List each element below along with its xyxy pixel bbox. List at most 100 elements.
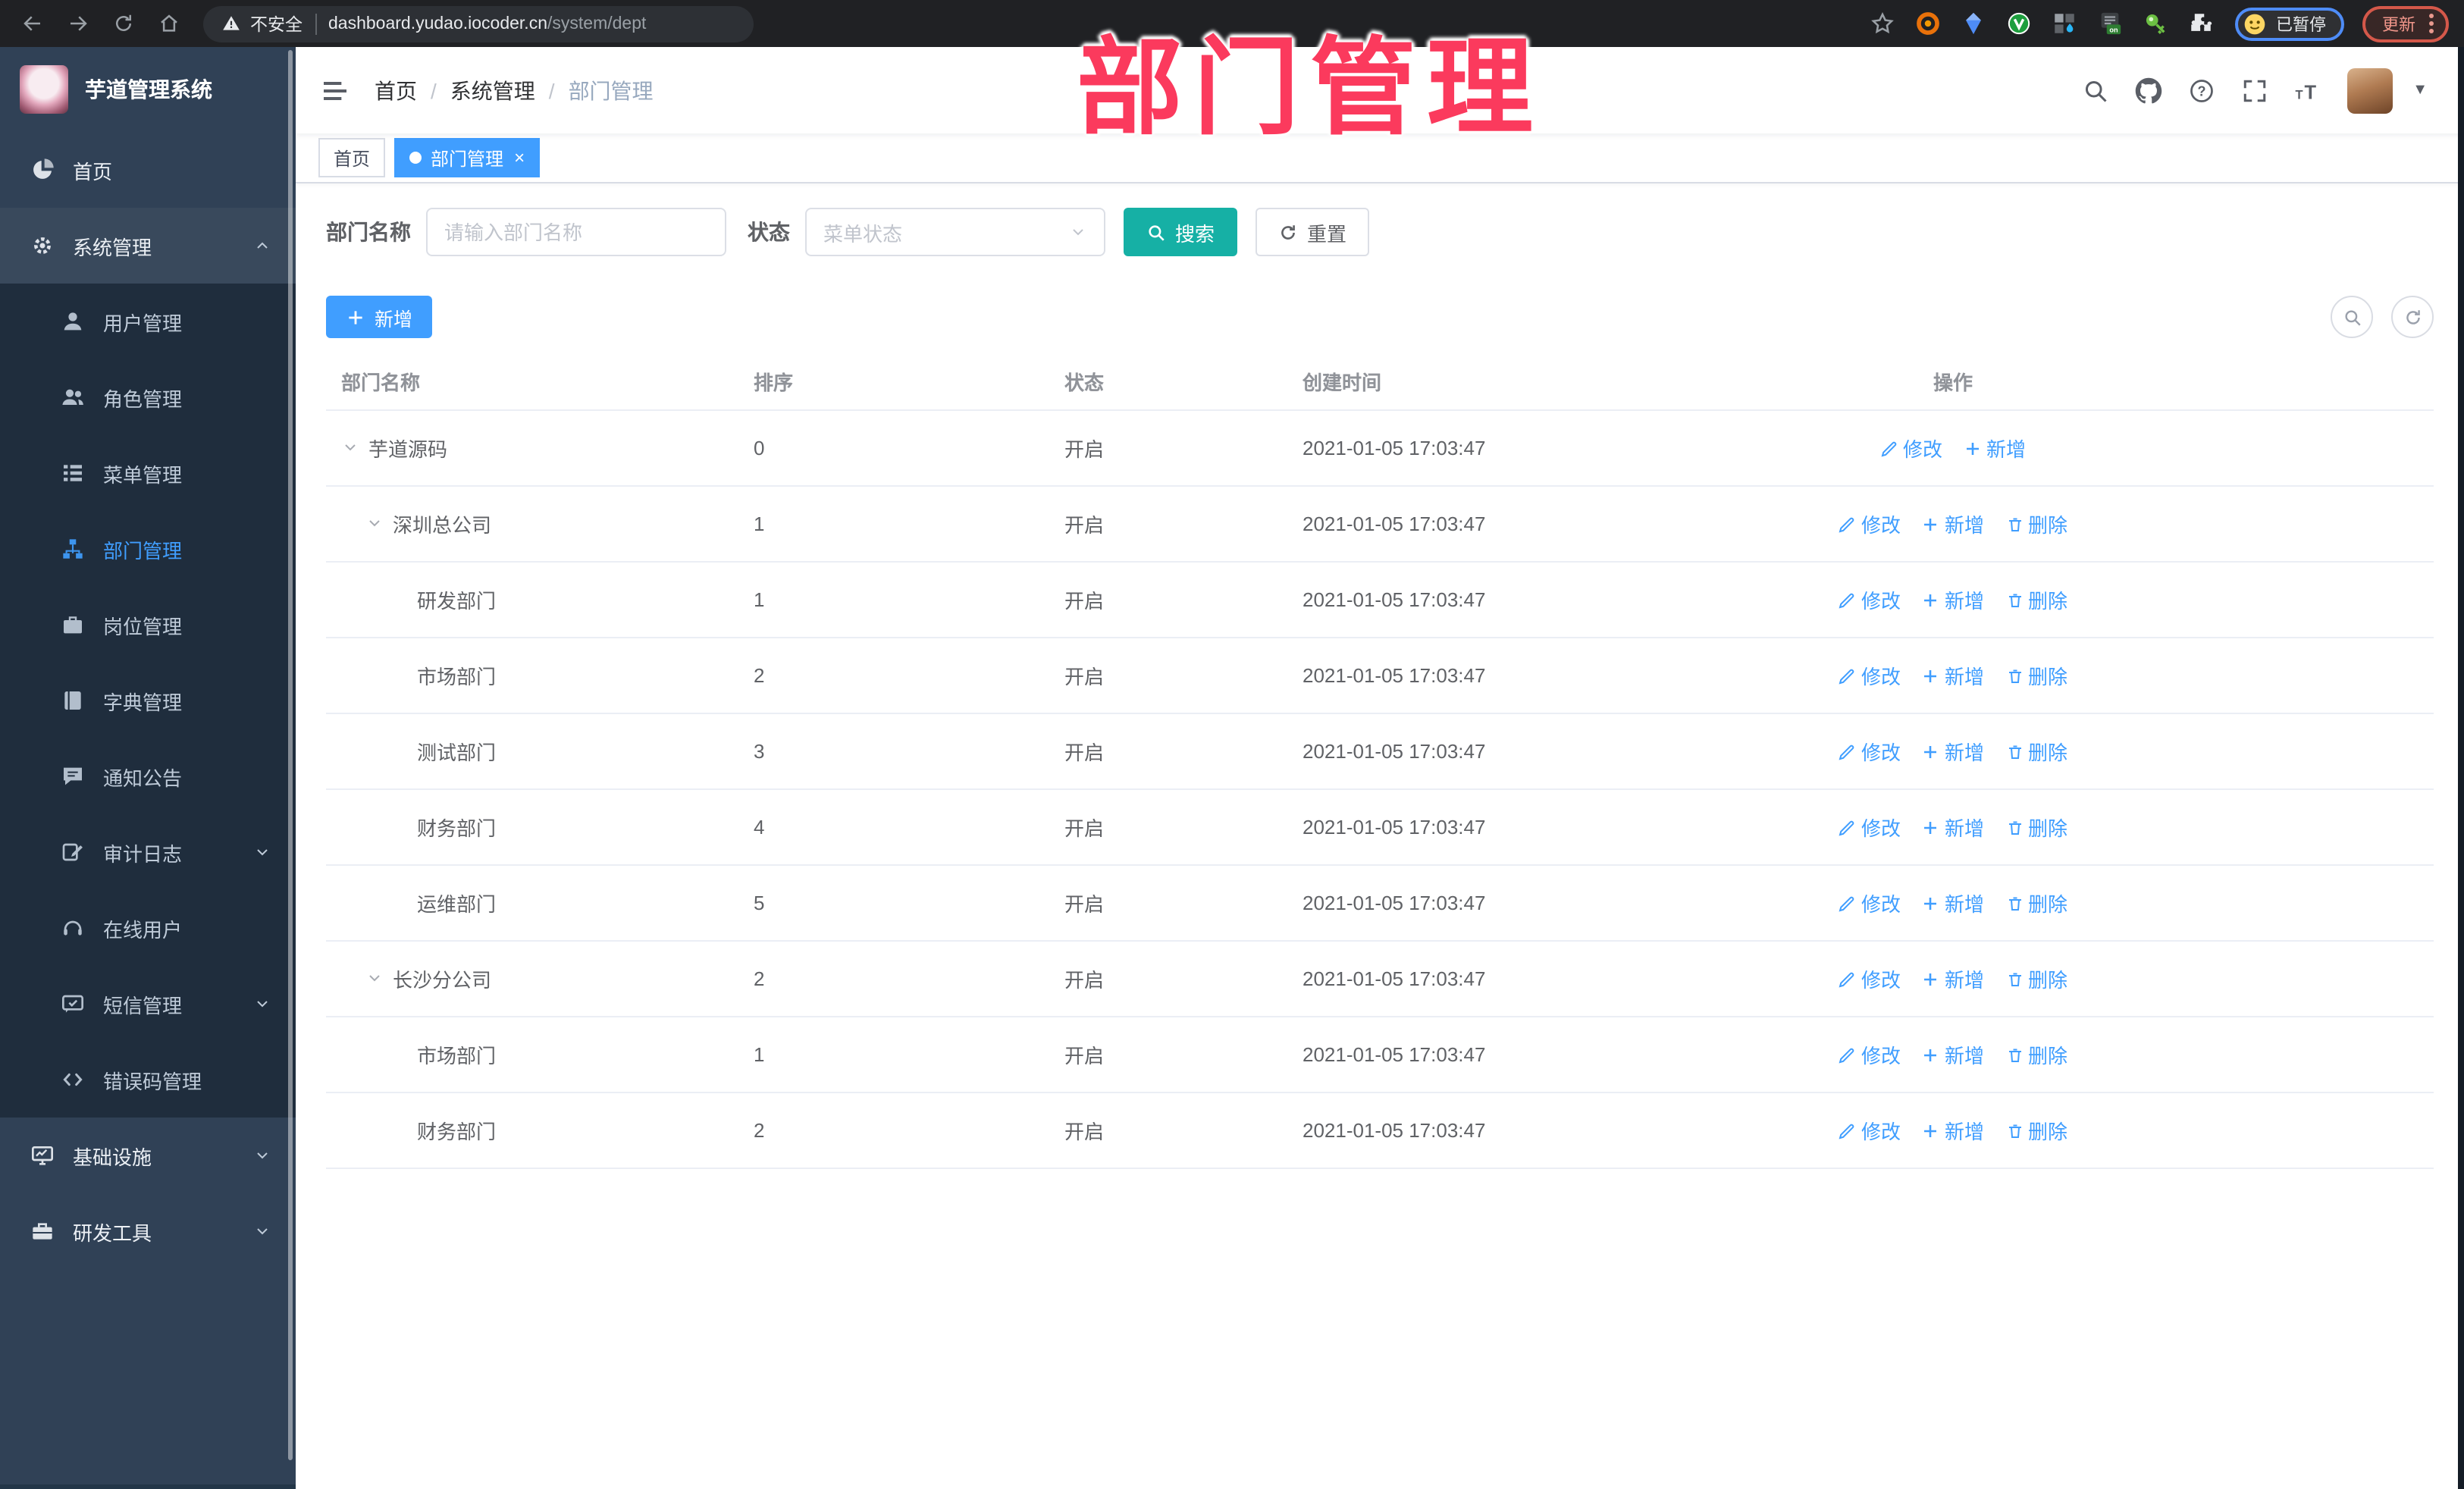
action-add-link[interactable]: 新增	[1922, 964, 1984, 993]
extension-squares-icon[interactable]	[2052, 11, 2077, 36]
extension-key-icon[interactable]	[2143, 11, 2168, 36]
add-button[interactable]: 新增	[326, 296, 433, 338]
tree-expand-caret-icon[interactable]	[365, 968, 387, 989]
sidebar-item-role[interactable]: 角色管理	[0, 359, 296, 435]
action-add-link[interactable]: 新增	[1922, 509, 1984, 538]
sidebar-item-user[interactable]: 用户管理	[0, 284, 296, 359]
browser-menu-kebab-icon[interactable]	[2429, 14, 2434, 33]
action-delete-link[interactable]: 删除	[2005, 813, 2067, 842]
action-delete-link[interactable]: 删除	[2005, 889, 2067, 917]
action-edit-link[interactable]: 修改	[1839, 1040, 1901, 1069]
action-add-link[interactable]: 新增	[1922, 889, 1984, 917]
browser-profile-chip[interactable]: 已暂停	[2235, 7, 2344, 40]
book-icon	[61, 688, 85, 713]
status-select[interactable]: 菜单状态	[805, 208, 1105, 256]
action-delete-link[interactable]: 删除	[2005, 1040, 2067, 1069]
action-edit-link[interactable]: 修改	[1839, 889, 1901, 917]
extension-green-check-icon[interactable]	[2006, 11, 2032, 36]
tab-首页[interactable]: 首页	[318, 138, 386, 177]
fullscreen-icon[interactable]	[2241, 77, 2268, 104]
browser-reload-button[interactable]	[106, 7, 140, 40]
breadcrumb-item[interactable]: 系统管理	[450, 75, 535, 105]
action-add-link[interactable]: 新增	[1922, 1040, 1984, 1069]
sidebar-item-online[interactable]: 在线用户	[0, 890, 296, 966]
edit-icon	[1839, 1121, 1857, 1139]
breadcrumb-item[interactable]: 首页	[375, 75, 417, 105]
navbar-actions: ? TT ▼	[2082, 67, 2428, 113]
sidebar-item-infra[interactable]: 基础设施	[0, 1118, 296, 1193]
help-icon[interactable]: ?	[2188, 77, 2215, 104]
address-bar[interactable]: 不安全 dashboard.yudao.iocoder.cn/system/de…	[203, 5, 754, 42]
browser-update-button[interactable]: 更新	[2362, 5, 2449, 42]
sidebar-item-system[interactable]: 系统管理	[0, 208, 296, 284]
tab-部门管理[interactable]: 部门管理 ×	[394, 138, 541, 177]
action-add-link[interactable]: 新增	[1964, 434, 2026, 462]
toggle-search-button[interactable]	[2331, 296, 2373, 338]
action-add-link[interactable]: 新增	[1922, 585, 1984, 614]
sidebar-item-sms[interactable]: 短信管理	[0, 966, 296, 1042]
plus-icon	[1922, 894, 1940, 912]
dept-name: 市场部门	[417, 666, 497, 688]
github-icon[interactable]	[2135, 77, 2162, 104]
browser-forward-button[interactable]	[61, 7, 94, 40]
sidebar-item-dept[interactable]: 部门管理	[0, 511, 296, 587]
action-delete-link[interactable]: 删除	[2005, 737, 2067, 766]
browser-home-button[interactable]	[152, 7, 185, 40]
action-add-link[interactable]: 新增	[1922, 737, 1984, 766]
action-delete-link[interactable]: 删除	[2005, 585, 2067, 614]
action-label: 新增	[1944, 590, 1984, 613]
url-host: dashboard.yudao.iocoder.cn	[328, 14, 547, 33]
sidebar-logo[interactable]: 芋道管理系统	[0, 47, 296, 132]
add-button-label: 新增	[375, 309, 413, 330]
search-button[interactable]: 搜索	[1124, 208, 1238, 256]
action-delete-link[interactable]: 删除	[2005, 661, 2067, 690]
extension-orange-icon[interactable]	[1915, 11, 1941, 36]
tree-expand-caret-icon[interactable]	[341, 437, 362, 459]
sidebar-scrollbar[interactable]	[288, 50, 293, 1460]
chevron-down-icon	[1069, 223, 1087, 241]
action-delete-link[interactable]: 删除	[2005, 509, 2067, 538]
hamburger-icon[interactable]	[320, 75, 350, 105]
action-edit-link[interactable]: 修改	[1839, 737, 1901, 766]
action-edit-link[interactable]: 修改	[1839, 1116, 1901, 1145]
action-edit-link[interactable]: 修改	[1880, 434, 1942, 462]
close-icon[interactable]: ×	[514, 149, 525, 167]
tree-expand-caret-icon[interactable]	[365, 513, 387, 534]
sort-cell: 1	[754, 1043, 765, 1066]
sidebar-item-audit[interactable]: 审计日志	[0, 814, 296, 890]
dept-name-input[interactable]	[426, 208, 726, 256]
action-edit-link[interactable]: 修改	[1839, 964, 1901, 993]
refresh-table-button[interactable]	[2391, 296, 2434, 338]
browser-back-button[interactable]	[15, 7, 49, 40]
avatar-caret-icon[interactable]: ▼	[2412, 82, 2428, 99]
bookmark-star-icon[interactable]	[1870, 11, 1895, 36]
user-avatar[interactable]	[2347, 67, 2393, 113]
font-size-icon[interactable]: TT	[2294, 77, 2321, 104]
search-icon[interactable]	[2082, 77, 2109, 104]
extensions-puzzle-icon[interactable]	[2188, 11, 2214, 36]
sidebar-item-menu[interactable]: 菜单管理	[0, 435, 296, 511]
extension-on-badge-icon[interactable]: on	[2097, 11, 2123, 36]
status-cell: 开启	[1064, 590, 1105, 613]
sidebar-item-label: 错误码管理	[103, 1070, 202, 1092]
edit-icon	[1839, 515, 1857, 533]
sidebar-item-post[interactable]: 岗位管理	[0, 587, 296, 663]
action-delete-link[interactable]: 删除	[2005, 964, 2067, 993]
action-edit-link[interactable]: 修改	[1839, 813, 1901, 842]
action-edit-link[interactable]: 修改	[1839, 509, 1901, 538]
org-tree-icon	[61, 537, 85, 561]
action-edit-link[interactable]: 修改	[1839, 585, 1901, 614]
sidebar-item-notice[interactable]: 通知公告	[0, 738, 296, 814]
sidebar-item-errcode[interactable]: 错误码管理	[0, 1042, 296, 1118]
dept-name: 芋道源码	[368, 438, 448, 461]
action-add-link[interactable]: 新增	[1922, 813, 1984, 842]
action-add-link[interactable]: 新增	[1922, 1116, 1984, 1145]
extension-gem-icon[interactable]	[1961, 11, 1986, 36]
action-delete-link[interactable]: 删除	[2005, 1116, 2067, 1145]
action-edit-link[interactable]: 修改	[1839, 661, 1901, 690]
sidebar-item-home[interactable]: 首页	[0, 132, 296, 208]
action-add-link[interactable]: 新增	[1922, 661, 1984, 690]
sidebar-item-devtool[interactable]: 研发工具	[0, 1193, 296, 1269]
reset-button[interactable]: 重置	[1256, 208, 1370, 256]
sidebar-item-dict[interactable]: 字典管理	[0, 663, 296, 738]
